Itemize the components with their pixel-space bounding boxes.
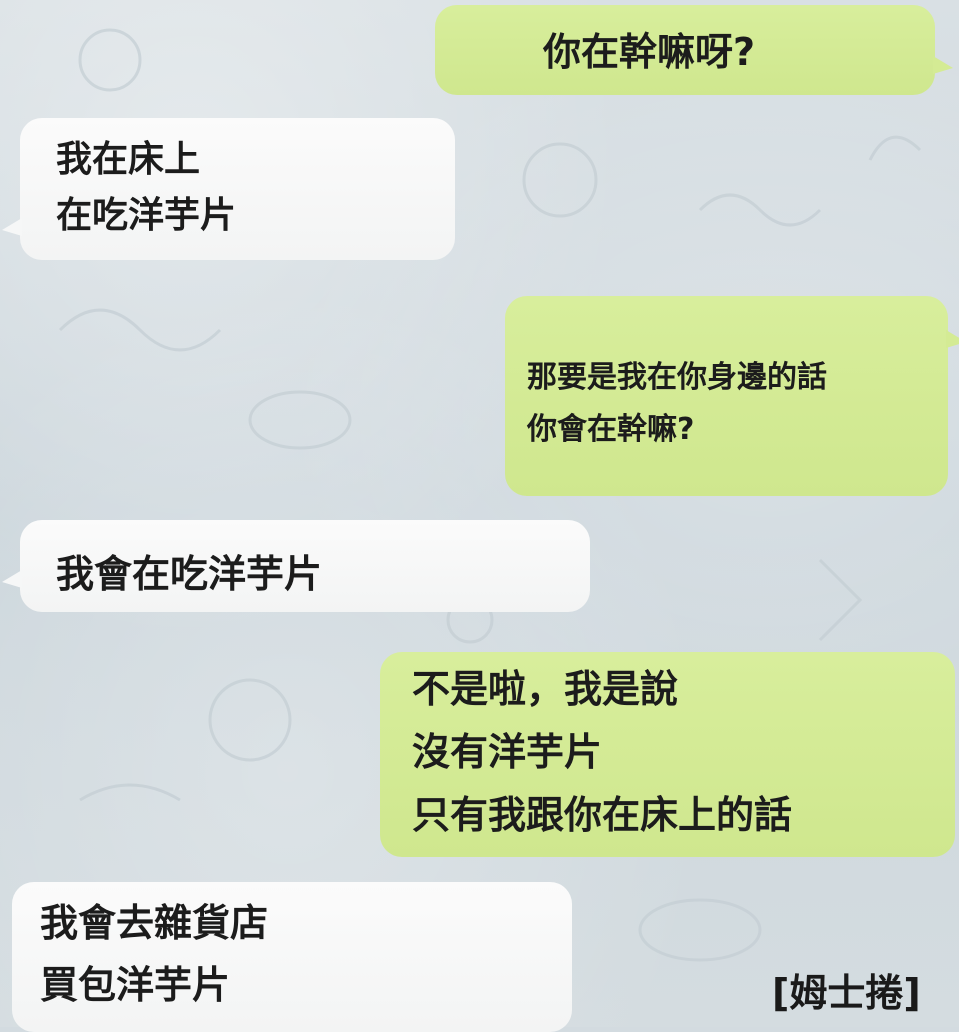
- message-text: 我在床上: [56, 139, 201, 180]
- message-bubble-outgoing[interactable]: 不是啦，我是說 沒有洋芋片 只有我跟你在床上的話: [380, 652, 955, 857]
- watermark-text: [姆士捲]: [772, 971, 921, 1015]
- message-text: 你在幹嘛呀?: [543, 30, 756, 74]
- message-text: 我會在吃洋芋片: [56, 552, 323, 596]
- message-text: 那要是我在你身邊的話: [527, 360, 827, 395]
- message-text: 不是啦，我是說: [412, 667, 679, 711]
- message-text: 我會去雜貨店: [40, 901, 269, 945]
- message-text: 買包洋芋片: [40, 963, 231, 1007]
- bubble-tail: [2, 570, 22, 588]
- message-bubble-incoming[interactable]: 我在床上 在吃洋芋片: [20, 118, 455, 260]
- message-text: 在吃洋芋片: [56, 195, 237, 236]
- bubble-tail: [946, 330, 959, 348]
- message-bubble-incoming[interactable]: 我會在吃洋芋片: [20, 520, 590, 612]
- message-bubble-outgoing[interactable]: 那要是我在你身邊的話 你會在幹嘛?: [505, 296, 948, 496]
- message-text: 只有我跟你在床上的話: [412, 793, 793, 837]
- message-bubble-outgoing[interactable]: 你在幹嘛呀?: [435, 5, 935, 95]
- message-bubble-incoming[interactable]: 我會去雜貨店 買包洋芋片: [12, 882, 572, 1032]
- bubble-tail: [2, 218, 22, 236]
- bubble-tail: [933, 56, 953, 74]
- message-text: 沒有洋芋片: [412, 730, 603, 774]
- message-text: 你會在幹嘛?: [527, 412, 695, 447]
